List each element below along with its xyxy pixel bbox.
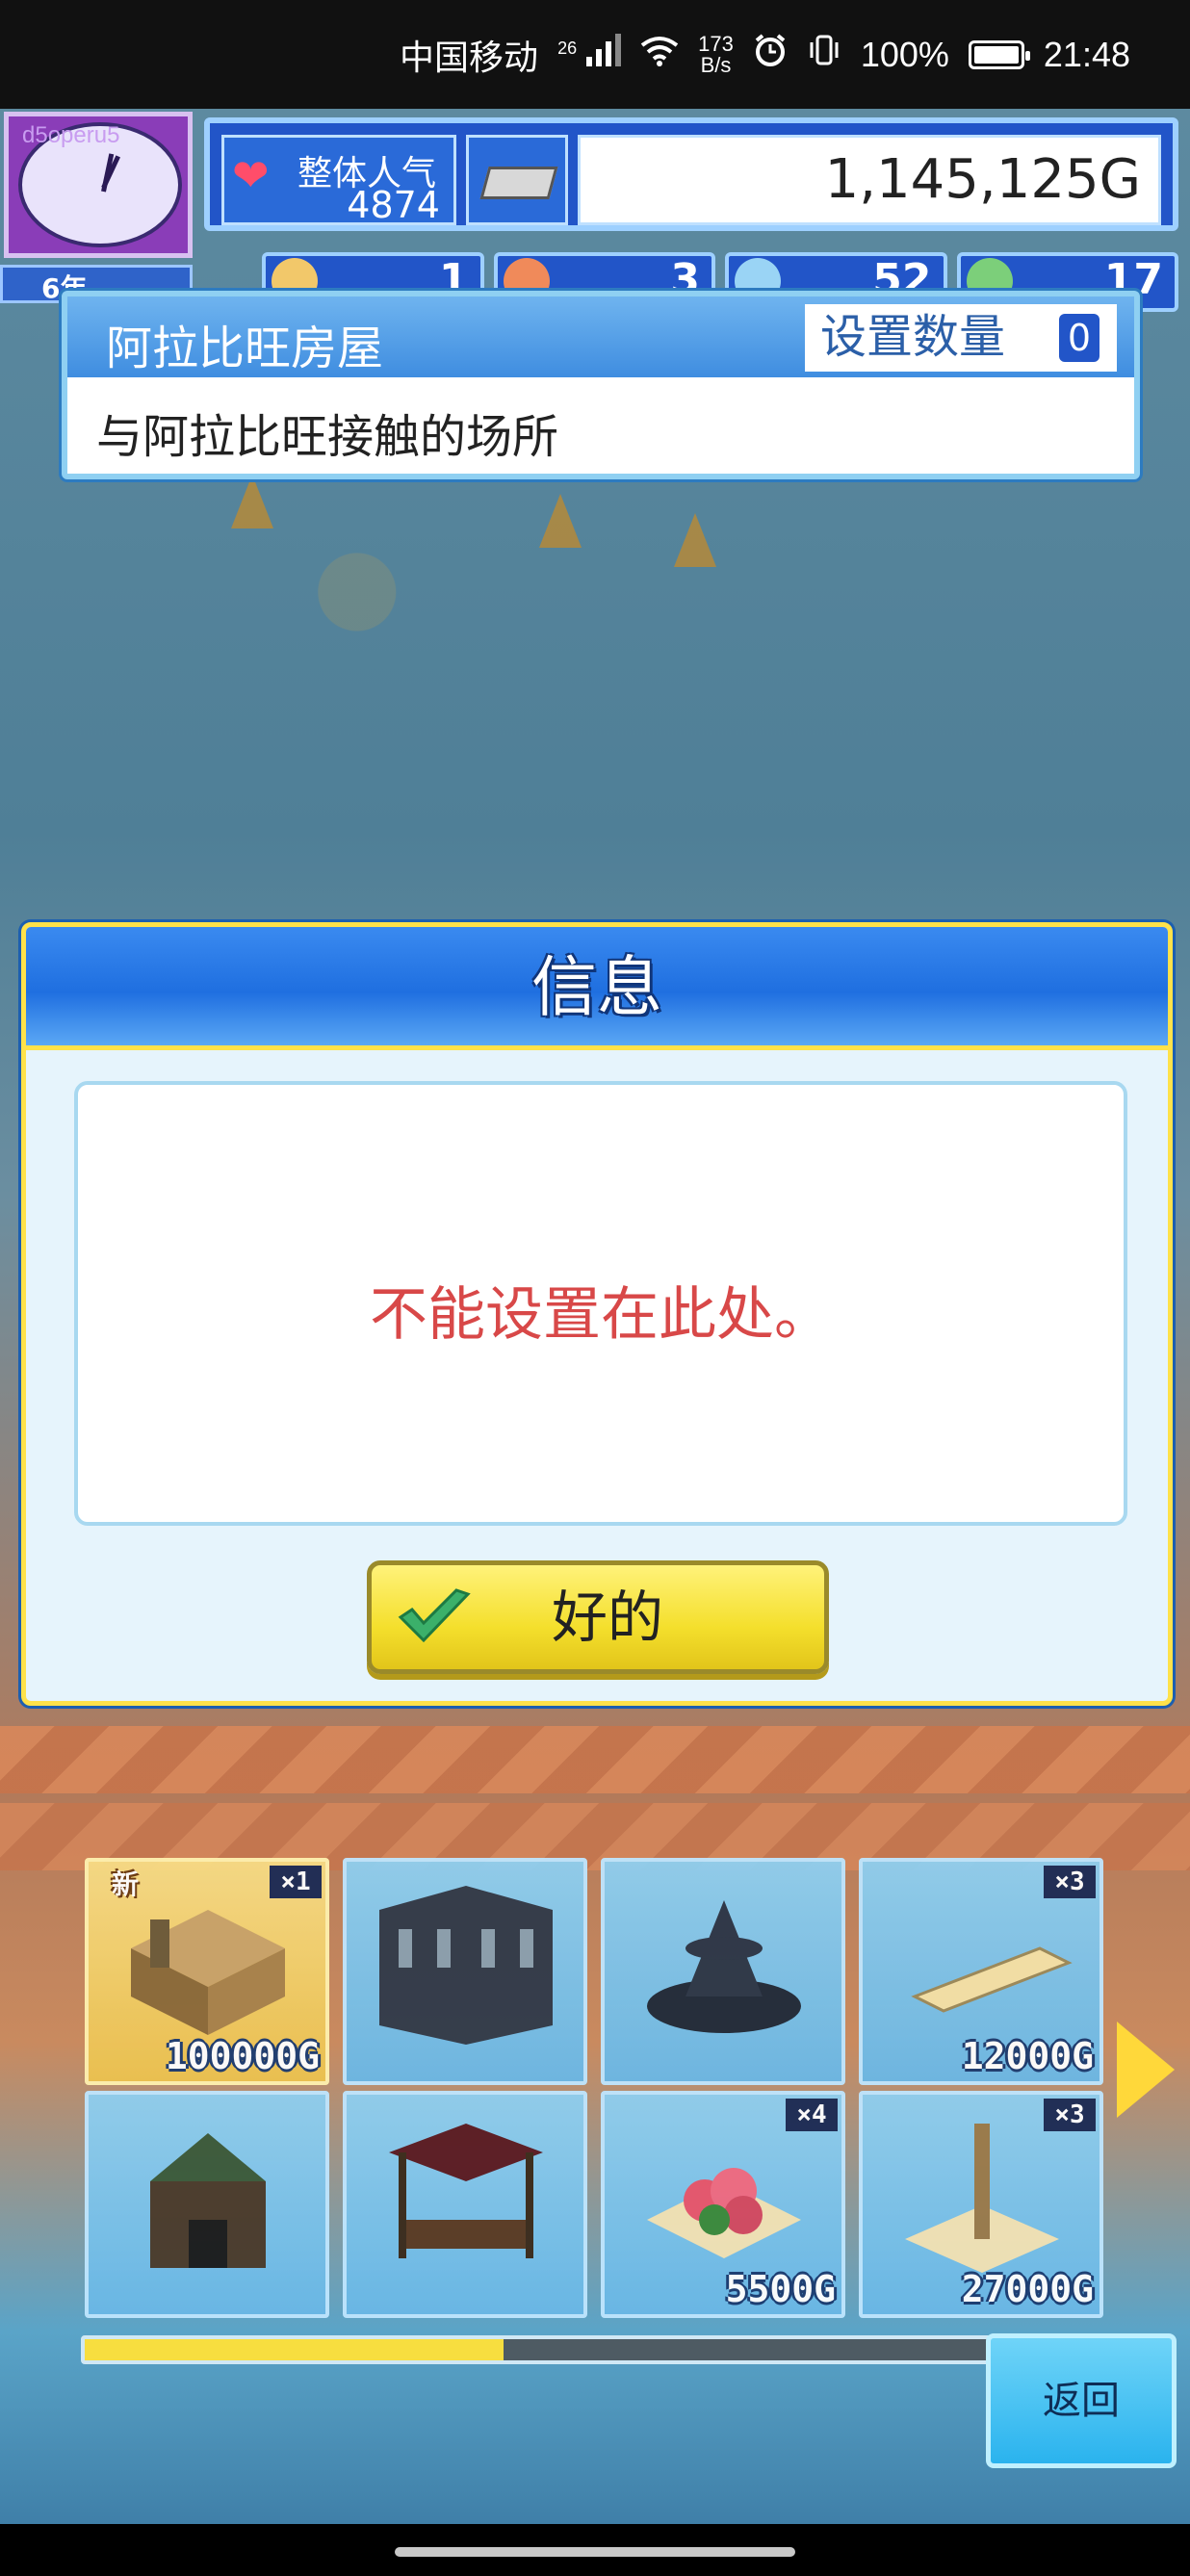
item-info-panel: 阿拉比旺房屋 设置数量 0 与阿拉比旺接触的场所 [62,291,1140,479]
back-button[interactable]: 返回 [986,2333,1177,2468]
item-shelf: 新 ×1 100000G ×3 12000G ×4 5500G ×3 27000… [85,1858,1105,2324]
shelf-scroll-bar[interactable] [81,2335,1109,2364]
fountain-icon [647,1900,801,2033]
place-count-badge: 设置数量 0 [805,304,1117,372]
hud-top-bar: ❤ 整体人气 4874 1,145,125G [204,117,1178,231]
dialog-title: 信息 [530,950,662,1026]
shelf-scroll-fill [85,2339,504,2360]
item-name: 阿拉比旺房屋 [106,322,384,375]
item-quantity: ×4 [786,2099,838,2131]
dialog-header: 信息 [26,927,1168,1050]
vibrate-icon [807,33,841,76]
item-quantity: ×3 [1044,2099,1096,2131]
shelf-item-palm-tree[interactable]: ×3 27000G [859,2091,1103,2318]
item-price: 12000G [961,2035,1094,2077]
money-icon [466,135,568,225]
network-type: 26 [557,39,578,58]
status-bar: 中国移动 26 173 B/s 100% 21:48 [0,0,1190,109]
clock-user-label: d5operu5 [22,122,120,148]
ok-button-label: 好的 [551,1584,663,1650]
place-count-label: 设置数量 [820,310,1006,364]
shelf-item-market-stall[interactable] [343,2091,587,2318]
bench-icon [911,1946,1073,2013]
system-nav-bar [0,2524,1190,2576]
popularity-value: 4874 [347,184,440,226]
shelf-item-bench[interactable]: ×3 12000G [859,1858,1103,2085]
item-price: 100000G [165,2035,320,2077]
wifi-icon [640,35,679,75]
home-indicator[interactable] [395,2547,795,2557]
dark-tower-icon [379,1886,553,2045]
next-page-arrow-icon[interactable] [1117,2022,1175,2118]
shelf-item-fountain[interactable] [601,1858,845,2085]
item-quantity: ×3 [1044,1866,1096,1898]
money-value: 1,145,125G [578,135,1161,225]
item-description: 与阿拉比旺接触的场所 [96,410,559,464]
heart-icon: ❤ [232,149,270,201]
error-message: 不能设置在此处。 [370,1281,832,1349]
ok-button[interactable]: 好的 [367,1560,829,1674]
new-tag: 新 [112,1868,140,1900]
shelf-item-arabian-house[interactable]: 新 ×1 100000G [85,1858,329,2085]
signal-icon: 26 [557,34,622,75]
stone-hut-icon [150,2133,266,2268]
flower-bed-icon [647,2168,801,2258]
battery-percent: 100% [860,34,949,74]
item-price: 5500G [725,2268,836,2310]
clock-time: 21:48 [1043,34,1130,74]
battery-icon [968,39,1030,69]
popularity-panel: ❤ 整体人气 4874 [221,135,456,226]
item-price: 27000G [961,2268,1094,2310]
game-clock[interactable]: d5operu5 [4,112,193,258]
market-stall-icon [389,2124,543,2258]
shelf-item-dark-tower[interactable] [343,1858,587,2085]
arabian-house-icon [131,1910,285,2035]
place-count-value: 0 [1059,314,1099,362]
carrier-label: 中国移动 [400,37,539,77]
alarm-icon [753,33,788,76]
message-dialog: 信息 不能设置在此处。 好的 [21,922,1173,1706]
item-quantity: ×1 [270,1866,322,1898]
shelf-item-flower-bed[interactable]: ×4 5500G [601,2091,845,2318]
shelf-item-stone-hut[interactable] [85,2091,329,2318]
message-card: 不能设置在此处。 [74,1081,1127,1526]
net-speed: 173 B/s [698,31,734,77]
palm-tree-icon [905,2124,1059,2273]
